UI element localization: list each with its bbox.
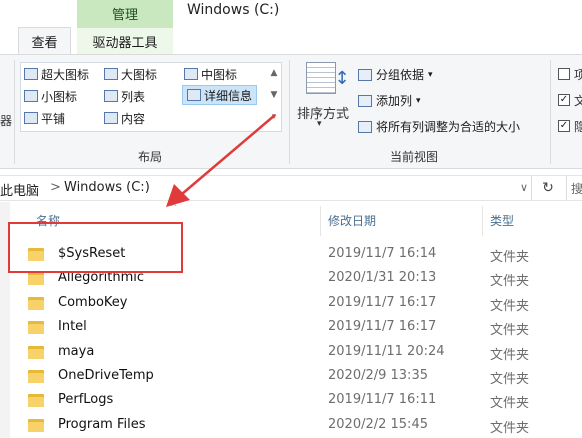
sort-direction-icon: ↕ <box>334 67 350 89</box>
annotation-highlight-box <box>8 222 183 273</box>
context-tab-manage[interactable]: 管理 <box>77 0 173 27</box>
content-icon <box>104 112 118 124</box>
annotation-arrow <box>166 114 276 207</box>
ribbon-divider <box>289 60 290 164</box>
column-divider[interactable] <box>320 206 321 236</box>
file-type: 文件夹 <box>490 396 530 411</box>
folder-icon <box>28 321 44 334</box>
annotation-arrow-shaft <box>181 114 276 195</box>
layout-small-icons[interactable]: 小图标 <box>24 86 77 106</box>
search-input[interactable]: 搜 <box>566 176 582 200</box>
address-dropdown-icon[interactable]: ∨ <box>520 181 528 194</box>
extra-large-icons-icon <box>24 68 38 80</box>
file-modified-date: 2019/11/7 16:17 <box>328 295 437 310</box>
current-view-group-label: 当前视图 <box>390 150 439 164</box>
file-name: maya <box>58 344 95 359</box>
ribbon-divider <box>14 60 15 164</box>
folder-icon <box>28 394 44 407</box>
layout-details[interactable]: 详细信息 <box>182 85 258 105</box>
file-type: 文件夹 <box>490 421 530 436</box>
checkbox-item-checkboxes[interactable] <box>558 68 570 80</box>
layout-group-label: 布局 <box>138 150 163 164</box>
layout-extra-large-icons[interactable]: 超大图标 <box>24 64 89 84</box>
add-column-button[interactable]: 添加列 ▾ <box>358 92 421 109</box>
file-type: 文件夹 <box>490 323 530 338</box>
file-name: ComboKey <box>58 295 128 310</box>
file-modified-date: 2019/11/7 16:14 <box>328 246 437 261</box>
group-by-icon <box>358 68 372 81</box>
file-type: 文件夹 <box>490 250 530 265</box>
file-type: 文件夹 <box>490 348 530 363</box>
sort-by-icon <box>306 62 336 94</box>
file-name: PerfLogs <box>58 392 114 407</box>
fit-columns-button[interactable]: 将所有列调整为合适的大小 <box>358 118 520 135</box>
checkbox-extensions[interactable]: ✓ <box>558 94 570 106</box>
checkbox-label: 项 <box>574 68 582 82</box>
large-icons-icon <box>104 68 118 80</box>
checkbox-label: 文 <box>574 94 582 108</box>
file-name: Intel <box>58 319 87 334</box>
list-icon <box>104 90 118 102</box>
folder-icon <box>28 272 44 285</box>
chevron-down-icon: ▾ <box>428 69 433 80</box>
breadcrumb-separator: > <box>50 180 61 195</box>
layout-tiles[interactable]: 平铺 <box>24 108 65 128</box>
checkbox-label: 隐 <box>574 120 582 134</box>
folder-icon <box>28 297 44 310</box>
layout-medium-icons[interactable]: 中图标 <box>184 64 237 84</box>
fit-columns-icon <box>358 120 372 133</box>
folder-icon <box>28 370 44 383</box>
checkbox-hidden-items[interactable]: ✓ <box>558 120 570 132</box>
layout-large-icons[interactable]: 大图标 <box>104 64 157 84</box>
gallery-scroll-down-icon[interactable]: ▼ <box>268 88 280 102</box>
tiles-icon <box>24 112 38 124</box>
annotation-arrow-head <box>166 184 190 207</box>
column-divider[interactable] <box>482 206 483 236</box>
gallery-scroll-up-icon[interactable]: ▲ <box>268 66 280 80</box>
folder-icon <box>28 346 44 359</box>
file-name: OneDriveTemp <box>58 368 154 383</box>
details-icon <box>187 89 201 101</box>
ribbon-divider <box>550 60 551 164</box>
chevron-down-icon: ▾ <box>416 95 421 106</box>
file-modified-date: 2019/11/11 20:24 <box>328 344 445 359</box>
column-header-date[interactable]: 修改日期 <box>328 212 376 229</box>
add-column-icon <box>358 94 372 107</box>
breadcrumb-windows-c[interactable]: Windows (C:) <box>64 180 150 195</box>
sort-by-button[interactable]: 排序方式 <box>297 103 349 122</box>
layout-list[interactable]: 列表 <box>104 86 145 106</box>
file-modified-date: 2020/1/31 20:13 <box>328 270 437 285</box>
refresh-icon[interactable]: ↻ <box>538 178 558 198</box>
folder-icon <box>28 419 44 432</box>
breadcrumb-this-pc[interactable]: 此电脑 <box>0 180 39 199</box>
medium-icons-icon <box>184 68 198 80</box>
file-type: 文件夹 <box>490 299 530 314</box>
layout-content[interactable]: 内容 <box>104 108 145 128</box>
group-by-button[interactable]: 分组依据 ▾ <box>358 66 433 83</box>
file-type: 文件夹 <box>490 274 530 289</box>
tab-view[interactable]: 查看 <box>18 27 71 54</box>
ribbon-left-fragment: 器 <box>0 114 13 128</box>
small-icons-icon <box>24 90 38 102</box>
file-modified-date: 2019/11/7 16:17 <box>328 319 437 334</box>
chevron-down-icon: ▾ <box>317 119 322 129</box>
file-type: 文件夹 <box>490 372 530 387</box>
tab-drive-tools[interactable]: 驱动器工具 <box>77 27 173 54</box>
file-modified-date: 2020/2/9 13:35 <box>328 368 428 383</box>
file-modified-date: 2019/11/7 16:11 <box>328 392 437 407</box>
file-modified-date: 2020/2/2 15:45 <box>328 417 428 432</box>
column-header-type[interactable]: 类型 <box>490 212 514 229</box>
window-title: Windows (C:) <box>187 2 280 18</box>
file-name: Program Files <box>58 417 146 432</box>
